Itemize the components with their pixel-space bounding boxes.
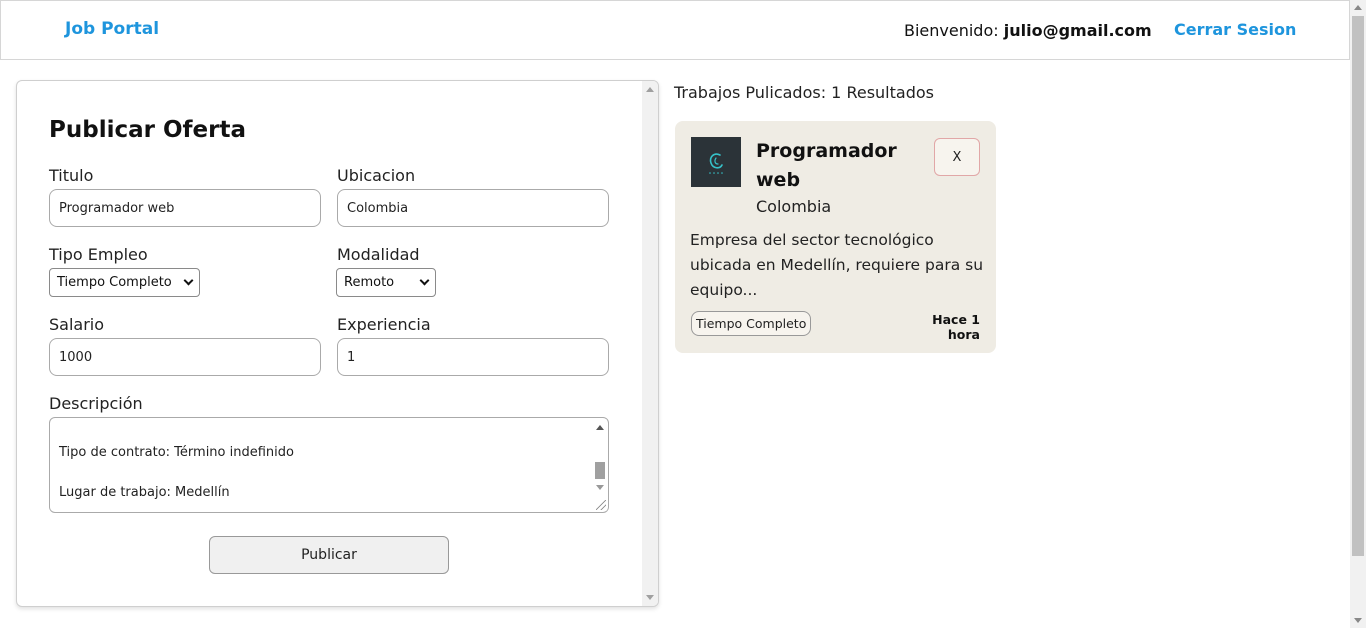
delete-job-button[interactable]: X	[934, 138, 980, 176]
scroll-down-arrow-icon[interactable]	[1354, 618, 1362, 623]
salario-label: Salario	[49, 315, 105, 334]
scroll-down-arrow-icon[interactable]	[646, 595, 654, 600]
scroll-up-arrow-icon[interactable]	[1354, 5, 1362, 10]
experiencia-label: Experiencia	[337, 315, 431, 334]
job-title: Programador web	[756, 140, 897, 191]
publish-button[interactable]: Publicar	[209, 536, 449, 574]
tipo-empleo-selected: Tiempo Completo	[57, 275, 172, 290]
form-title: Publicar Oferta	[49, 117, 246, 143]
experiencia-input[interactable]: 1	[337, 338, 609, 376]
results-summary: Trabajos Pulicados: 1 Resultados	[674, 83, 934, 102]
modalidad-label: Modalidad	[337, 245, 420, 264]
descripcion-textarea[interactable]: Tipo de contrato: Término indefinido Lug…	[49, 417, 609, 513]
posted-time: Hace 1 hora	[932, 312, 980, 342]
titulo-input[interactable]: Programador web	[49, 189, 321, 227]
ubicacion-input[interactable]: Colombia	[337, 189, 609, 227]
publish-offer-form: Publicar Oferta Titulo Programador web U…	[16, 80, 659, 607]
scroll-down-arrow-icon[interactable]	[596, 485, 604, 490]
brand-logo-link[interactable]: Job Portal	[65, 19, 159, 39]
chevron-down-icon	[419, 275, 430, 286]
form-scrollbar[interactable]	[642, 81, 658, 606]
titulo-label: Titulo	[49, 166, 94, 185]
page-scrollbar[interactable]	[1350, 0, 1366, 628]
modalidad-selected: Remoto	[344, 275, 395, 290]
company-logo-icon	[691, 137, 741, 187]
descripcion-line: Lugar de trabajo: Medellín	[59, 485, 230, 500]
salario-input[interactable]: 1000	[49, 338, 321, 376]
page-scrollbar-thumb[interactable]	[1352, 16, 1364, 556]
job-location: Colombia	[756, 197, 832, 216]
scroll-up-arrow-icon[interactable]	[596, 425, 604, 430]
top-navbar: Job Portal Bienvenido: julio@gmail.com C…	[0, 0, 1350, 60]
tipo-empleo-label: Tipo Empleo	[49, 245, 148, 264]
welcome-label: Bienvenido:	[904, 21, 999, 40]
modalidad-select[interactable]: Remoto	[336, 268, 436, 297]
resize-grip-icon[interactable]	[596, 500, 606, 510]
logout-link[interactable]: Cerrar Sesion	[1174, 20, 1296, 39]
descripcion-label: Descripción	[49, 394, 143, 413]
chevron-down-icon	[183, 275, 194, 286]
ubicacion-label: Ubicacion	[337, 166, 416, 185]
tipo-empleo-select[interactable]: Tiempo Completo	[49, 268, 200, 297]
descripcion-line: Tipo de contrato: Término indefinido	[59, 445, 294, 460]
job-description: Empresa del sector tecnológico ubicada e…	[690, 231, 984, 299]
scroll-up-arrow-icon[interactable]	[646, 87, 654, 92]
user-email: julio@gmail.com	[1003, 21, 1152, 40]
job-type-badge: Tiempo Completo	[691, 311, 812, 336]
job-card[interactable]: Programador web Colombia X Empresa del s…	[675, 121, 996, 353]
textarea-scrollbar[interactable]	[592, 419, 607, 511]
textarea-scrollbar-thumb[interactable]	[595, 462, 605, 479]
welcome-text: Bienvenido: julio@gmail.com	[904, 21, 1152, 40]
